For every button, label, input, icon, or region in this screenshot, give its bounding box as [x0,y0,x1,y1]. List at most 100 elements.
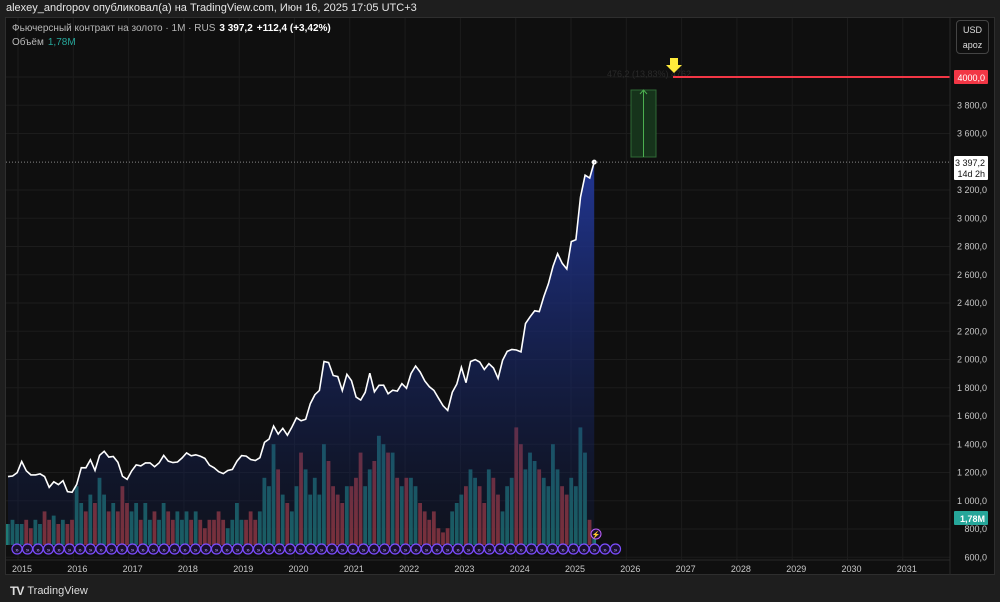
event-marker[interactable]: » [525,543,538,555]
price-tick: 2 600,0 [957,270,987,280]
event-marker[interactable]: » [147,543,160,555]
price-tick: 1 200,0 [957,468,987,478]
event-marker[interactable]: » [200,543,212,555]
event-marker[interactable]: » [74,543,86,555]
time-tick: 2024 [510,564,530,574]
event-marker[interactable]: » [494,543,506,555]
lightning-icon: ⚡ [592,530,601,539]
event-marker[interactable]: » [452,543,464,555]
event-marker[interactable]: » [168,543,181,555]
volume-label[interactable]: Объём [12,37,44,48]
event-marker[interactable]: » [294,543,307,555]
event-marker[interactable]: » [588,543,601,555]
price-tick: 3 200,0 [957,185,987,195]
event-marker[interactable]: » [462,543,475,555]
event-marker[interactable]: » [578,543,590,555]
time-tick: 2022 [399,564,419,574]
price-tick: 1 400,0 [957,439,987,449]
event-marker[interactable]: » [336,543,349,555]
event-marker[interactable]: » [284,543,296,555]
event-marker[interactable]: » [221,543,233,555]
event-marker[interactable]: » [242,543,254,555]
price-tick: 1 600,0 [957,411,987,421]
event-marker[interactable]: » [231,543,244,555]
event-marker[interactable]: » [431,543,443,555]
event-marker[interactable]: » [137,543,149,555]
time-tick: 2029 [786,564,806,574]
event-marker[interactable]: » [504,543,517,555]
target-price-label: 4000,0 [957,73,985,83]
event-marker[interactable]: » [473,543,485,555]
tradingview-logo[interactable]: TV TradingView [10,584,88,598]
event-marker[interactable]: » [179,543,191,555]
event-marker[interactable]: » [105,543,118,555]
event-marker[interactable]: » [53,543,65,555]
event-marker[interactable]: » [42,543,55,555]
time-tick: 2019 [233,564,253,574]
price-change: +112,4 (+3,42%) [256,23,331,34]
time-tick: 2025 [565,564,585,574]
price-tick: 1 000,0 [957,496,987,506]
event-marker[interactable]: » [368,543,380,555]
event-marker[interactable]: » [410,543,422,555]
event-marker[interactable]: » [378,543,391,555]
event-marker[interactable]: » [389,543,401,555]
event-marker[interactable]: » [420,543,433,555]
volume-badge-label: 1,78M [960,514,985,524]
price-tick: 3 000,0 [957,213,987,223]
event-marker[interactable]: » [441,543,454,555]
event-marker[interactable]: » [21,543,34,555]
event-marker[interactable]: » [326,543,338,555]
event-marker[interactable]: » [210,543,223,555]
event-marker[interactable]: » [11,543,23,555]
currency-label: USD [962,25,982,35]
event-marker[interactable]: » [557,543,569,555]
event-marker[interactable]: » [483,543,496,555]
price-tick: 2 000,0 [957,355,987,365]
event-marker[interactable]: » [273,543,286,555]
event-marker[interactable]: » [305,543,317,555]
chart-canvas[interactable]: »»»»»»»»»»»»»»»»»»»»»»»»»»»»»»»»»»»»»»»»… [0,0,1000,602]
time-tick: 2020 [289,564,309,574]
last-price: 3 397,2 [219,23,253,34]
event-marker[interactable]: » [357,543,370,555]
price-tick: 3 800,0 [957,100,987,110]
event-marker[interactable]: » [189,543,202,555]
event-marker[interactable]: » [252,543,265,555]
event-marker[interactable]: » [609,543,622,555]
price-tick: 1 800,0 [957,383,987,393]
event-marker[interactable]: » [95,543,107,555]
brand-name: TradingView [27,585,88,597]
currency-button[interactable]: USD apoz [956,20,989,54]
price-tick: 2 800,0 [957,242,987,252]
time-tick: 2027 [676,564,696,574]
event-marker[interactable]: » [315,543,328,555]
event-marker[interactable]: » [536,543,548,555]
event-marker[interactable]: » [399,543,412,555]
event-marker[interactable]: » [599,543,611,555]
event-marker[interactable]: » [158,543,170,555]
price-tick: 2 400,0 [957,298,987,308]
price-tick: 800,0 [964,524,987,534]
time-tick: 2030 [842,564,862,574]
event-marker[interactable]: » [116,543,128,555]
time-tick: 2017 [123,564,143,574]
chart-legend: Фьючерсный контракт на золото · 1M · RUS… [12,22,331,50]
event-marker[interactable]: » [84,543,97,555]
unit-label: apoz [962,40,983,50]
lightning-marker[interactable]: ⚡ [590,528,602,540]
time-tick: 2026 [620,564,640,574]
event-marker[interactable]: » [126,543,139,555]
event-marker[interactable]: » [347,543,359,555]
symbol-name[interactable]: Фьючерсный контракт на золото · 1M · RUS [12,23,215,34]
event-marker[interactable]: » [32,543,44,555]
time-tick: 2016 [67,564,87,574]
price-tick: 600,0 [964,552,987,562]
event-marker[interactable]: » [567,543,580,555]
event-marker[interactable]: » [515,543,527,555]
time-tick: 2023 [454,564,474,574]
event-marker[interactable]: » [63,543,76,555]
event-marker[interactable]: » [263,543,275,555]
event-marker[interactable]: » [546,543,559,555]
price-tick: 2 200,0 [957,326,987,336]
